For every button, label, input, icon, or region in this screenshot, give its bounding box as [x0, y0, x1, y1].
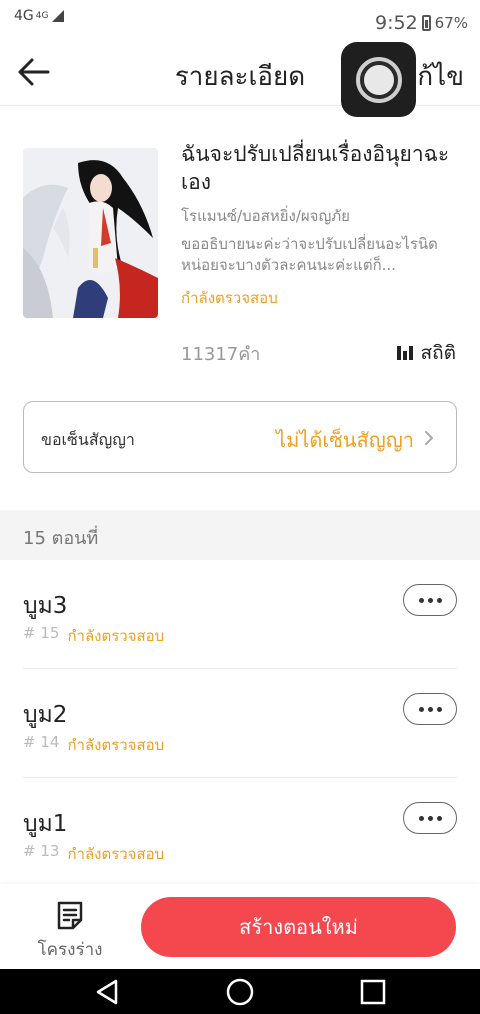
book-info: ฉันจะปรับเปลี่ยนเรื่องอินุยาฉะเอง โรแมนซ… [0, 106, 480, 510]
network-label: 4G [14, 8, 34, 24]
list-item[interactable]: บูม1 # 13 กำลังตรวจสอบ [23, 778, 457, 887]
contract-status: ไม่ได้เซ็นสัญญา [276, 428, 414, 452]
outline-button[interactable]: โครงร่าง [32, 900, 108, 963]
book-genre: โรแมนซ์/บอสหยิ่ง/ผจญภัย [181, 207, 350, 225]
list-item[interactable]: บูม2 # 14 กำลังตรวจสอบ [23, 669, 457, 778]
chapter-count: 15 ตอนที่ [23, 528, 99, 549]
network-indicator: 4G 4G [14, 8, 65, 24]
chapters-header: 15 ตอนที่ [0, 510, 480, 560]
bottom-bar: โครงร่าง สร้างตอนใหม่ [0, 884, 480, 969]
chapter-title: บูม3 [23, 593, 68, 619]
stats-icon [396, 346, 413, 360]
chevron-right-icon [425, 431, 433, 445]
chapter-number: # 13 [23, 842, 60, 860]
book-title: ฉันจะปรับเปลี่ยนเรื่องอินุยาฉะเอง [181, 142, 450, 194]
system-nav-bar [0, 969, 480, 1014]
chapter-status: กำลังตรวจสอบ [67, 736, 165, 754]
stats-button[interactable]: สถิติ [396, 338, 456, 368]
word-count: 11317คำ [181, 344, 261, 365]
outline-icon [57, 901, 83, 930]
network-sup: 4G [35, 11, 49, 21]
battery-icon [421, 15, 431, 31]
recents-square-icon[interactable] [358, 977, 388, 1007]
assistive-touch-icon [355, 56, 402, 103]
contract-label: ขอเซ็นสัญญา [41, 430, 135, 449]
clock: 9:52 [374, 12, 418, 34]
chapter-number: # 15 [23, 624, 60, 642]
book-description: ขออธิบายนะค่ะว่าจะปรับเปลี่ยนอะไรนิดหน่อ… [181, 235, 438, 274]
chapter-title: บูม2 [23, 702, 68, 728]
chapter-status: กำลังตรวจสอบ [67, 845, 165, 863]
battery-percent: 67% [434, 14, 468, 32]
back-triangle-icon[interactable] [92, 977, 122, 1007]
stats-label: สถิติ [420, 342, 456, 364]
home-circle-icon[interactable] [225, 977, 255, 1007]
list-item[interactable]: บูม3 # 15 กำลังตรวจสอบ [23, 560, 457, 669]
more-icon [418, 706, 424, 712]
create-chapter-button[interactable]: สร้างตอนใหม่ [141, 897, 456, 957]
edit-button[interactable]: ก้ไข [417, 56, 464, 97]
book-status: กำลังตรวจสอบ [181, 289, 278, 307]
book-cover[interactable] [23, 148, 158, 318]
cover-illustration [23, 148, 158, 318]
contract-row[interactable]: ขอเซ็นสัญญา ไม่ได้เซ็นสัญญา [23, 401, 457, 473]
chapter-status: กำลังตรวจสอบ [67, 627, 165, 645]
outline-label: โครงร่าง [37, 940, 103, 960]
more-button[interactable] [403, 802, 457, 834]
signal-icon [52, 10, 65, 22]
status-bar: 4G 4G 9:52 67% [0, 0, 480, 40]
more-icon [418, 815, 424, 821]
more-button[interactable] [403, 584, 457, 616]
more-button[interactable] [403, 693, 457, 725]
chapter-title: บูม1 [23, 811, 68, 837]
chapter-number: # 14 [23, 733, 60, 751]
more-icon [418, 597, 424, 603]
